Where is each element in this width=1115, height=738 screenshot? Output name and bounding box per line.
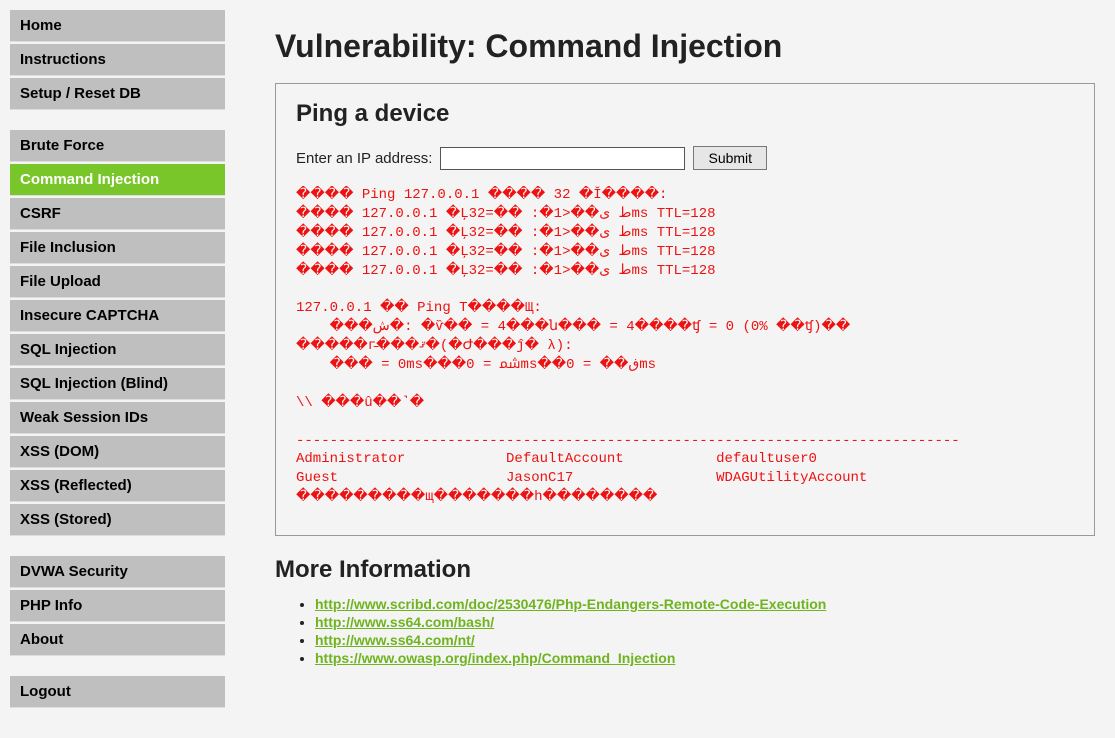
more-info-item: http://www.ss64.com/bash/ (315, 614, 1095, 630)
command-output: ���� Ping 127.0.0.1 ���� 32 �Ǐ����: ����… (296, 186, 1074, 507)
nav-item-sql-injection[interactable]: SQL Injection (10, 334, 225, 366)
nav-item-xss-reflected-[interactable]: XSS (Reflected) (10, 470, 225, 502)
more-info-list: http://www.scribd.com/doc/2530476/Php-En… (315, 596, 1095, 666)
nav-item-dvwa-security[interactable]: DVWA Security (10, 556, 225, 588)
nav-group-3: DVWA SecurityPHP InfoAbout (10, 556, 225, 656)
more-info-link[interactable]: http://www.ss64.com/bash/ (315, 614, 494, 630)
ip-input[interactable] (440, 147, 685, 170)
main: Vulnerability: Command Injection Ping a … (275, 10, 1095, 728)
more-info: More Information http://www.scribd.com/d… (275, 556, 1095, 666)
nav-item-command-injection[interactable]: Command Injection (10, 164, 225, 196)
nav-item-insecure-captcha[interactable]: Insecure CAPTCHA (10, 300, 225, 332)
nav-item-file-upload[interactable]: File Upload (10, 266, 225, 298)
nav-item-file-inclusion[interactable]: File Inclusion (10, 232, 225, 264)
ip-label: Enter an IP address: (296, 150, 432, 167)
ping-panel: Ping a device Enter an IP address: Submi… (275, 83, 1095, 536)
more-info-item: https://www.owasp.org/index.php/Command_… (315, 650, 1095, 666)
nav-item-brute-force[interactable]: Brute Force (10, 130, 225, 162)
nav-item-sql-injection-blind-[interactable]: SQL Injection (Blind) (10, 368, 225, 400)
nav-item-xss-stored-[interactable]: XSS (Stored) (10, 504, 225, 536)
more-info-link[interactable]: http://www.ss64.com/nt/ (315, 632, 475, 648)
page-title: Vulnerability: Command Injection (275, 28, 1095, 65)
submit-button[interactable]: Submit (693, 146, 767, 170)
nav-item-about[interactable]: About (10, 624, 225, 656)
nav-item-php-info[interactable]: PHP Info (10, 590, 225, 622)
nav-item-setup-reset-db[interactable]: Setup / Reset DB (10, 78, 225, 110)
more-info-item: http://www.ss64.com/nt/ (315, 632, 1095, 648)
nav-group-1: HomeInstructionsSetup / Reset DB (10, 10, 225, 110)
nav-item-weak-session-ids[interactable]: Weak Session IDs (10, 402, 225, 434)
more-info-heading: More Information (275, 556, 1095, 584)
nav-group-4: Logout (10, 676, 225, 708)
ip-form: Enter an IP address: Submit (296, 146, 1074, 170)
nav-item-instructions[interactable]: Instructions (10, 44, 225, 76)
more-info-item: http://www.scribd.com/doc/2530476/Php-En… (315, 596, 1095, 612)
more-info-link[interactable]: https://www.owasp.org/index.php/Command_… (315, 650, 675, 666)
nav-item-csrf[interactable]: CSRF (10, 198, 225, 230)
nav-item-xss-dom-[interactable]: XSS (DOM) (10, 436, 225, 468)
nav-item-logout[interactable]: Logout (10, 676, 225, 708)
nav-group-2: Brute ForceCommand InjectionCSRFFile Inc… (10, 130, 225, 536)
sidebar: HomeInstructionsSetup / Reset DB Brute F… (10, 10, 225, 728)
more-info-link[interactable]: http://www.scribd.com/doc/2530476/Php-En… (315, 596, 826, 612)
nav-item-home[interactable]: Home (10, 10, 225, 42)
panel-heading: Ping a device (296, 100, 1074, 128)
